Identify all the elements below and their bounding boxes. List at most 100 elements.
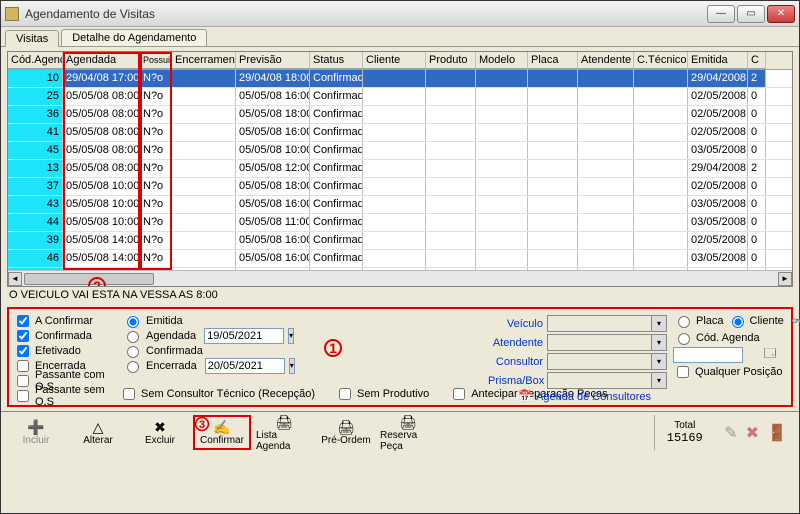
grid-config-icon[interactable]: 🗔 [760, 346, 780, 364]
cell: 0 [748, 88, 766, 105]
col-produto[interactable]: Produto [426, 52, 476, 69]
grid-body[interactable]: 1029/04/08 17:00N?o29/04/08 18:00Confirm… [8, 70, 792, 270]
table-row[interactable]: 4605/05/08 14:00N?o05/05/08 16:00Confirm… [8, 250, 792, 268]
cell [578, 250, 634, 267]
col-atendente[interactable]: Atendente [578, 52, 634, 69]
date-to-input[interactable] [205, 358, 285, 374]
tab-visitas[interactable]: Visitas [5, 30, 59, 47]
chk-passante-sem-os[interactable]: Passante sem O.S [13, 388, 118, 403]
search-icon[interactable]: 👓 [791, 312, 800, 330]
date-from-input[interactable] [204, 328, 284, 344]
chk-confirmada[interactable]: Confirmada [13, 328, 118, 343]
cell: 05/05/08 16:00 [236, 196, 310, 213]
col-cliente[interactable]: Cliente [363, 52, 426, 69]
btn-reserva-peca[interactable]: 🖨Reserva Peça [379, 415, 437, 450]
cell [634, 232, 688, 249]
table-row[interactable]: 4105/05/08 08:00N?o05/05/08 16:00Confirm… [8, 124, 792, 142]
table-row[interactable]: 4305/05/08 10:00N?o05/05/08 16:00Confirm… [8, 196, 792, 214]
combo-consultor[interactable]: ▾ [547, 353, 667, 370]
chk-efetivado[interactable]: Efetivado [13, 343, 118, 358]
cell: Confirmado [310, 88, 363, 105]
chk-qualquer-posicao[interactable] [677, 366, 689, 378]
scroll-left-arrow[interactable]: ◄ [8, 272, 22, 286]
rdo-agendada[interactable] [127, 331, 139, 343]
btn-pre-ordem[interactable]: 🖨Pré-Ordem [317, 415, 375, 450]
cell: 05/05/08 08:00 [63, 160, 140, 177]
scroll-right-arrow[interactable]: ► [778, 272, 792, 286]
cell: 41 [8, 124, 63, 141]
col-c[interactable]: C [748, 52, 766, 69]
search-input[interactable] [673, 347, 743, 363]
table-row[interactable]: 1029/04/08 17:00N?o29/04/08 18:00Confirm… [8, 70, 792, 88]
cell: N?o [140, 214, 172, 231]
info-line: O VEICULO VAI ESTA NA VESSA AS 8:00 [9, 289, 791, 301]
rdo-encerrada[interactable] [127, 361, 139, 373]
horizontal-scrollbar[interactable]: ◄ ► [8, 270, 792, 286]
table-row[interactable]: 2505/05/08 08:00N?o05/05/08 16:00Confirm… [8, 88, 792, 106]
cell [172, 142, 236, 159]
col-previsao[interactable]: Previsão [236, 52, 310, 69]
btn-lista-agenda[interactable]: 🖨Lista Agenda [255, 415, 313, 450]
cell: Confirmado [310, 232, 363, 249]
cell [476, 214, 528, 231]
cell [426, 160, 476, 177]
chk-sem-consultor[interactable]: Sem Consultor Técnico (Recepção) [119, 385, 315, 403]
close-button[interactable]: ✕ [767, 5, 795, 23]
table-row[interactable]: 3905/05/08 14:00N?o05/05/08 16:00Confirm… [8, 232, 792, 250]
combo-atendente[interactable]: ▾ [547, 334, 667, 351]
cell [578, 178, 634, 195]
data-grid[interactable]: Cód.Agenda Agendada Possui Teste Encerra… [7, 51, 793, 287]
link-agenda-consultores[interactable]: 📅 Agenda de Consultores [518, 390, 651, 403]
exit-icon[interactable]: 🚪 [767, 423, 787, 443]
cell [634, 142, 688, 159]
table-row[interactable]: 4405/05/08 10:00N?o05/05/08 11:00Confirm… [8, 214, 792, 232]
minimize-button[interactable]: — [707, 5, 735, 23]
cell [426, 106, 476, 123]
cell [476, 70, 528, 87]
col-emitida[interactable]: Emitida [688, 52, 748, 69]
edit-row-icon[interactable]: ✎ [724, 423, 737, 443]
cell: 0 [748, 232, 766, 249]
cell [363, 178, 426, 195]
cell: 45 [8, 142, 63, 159]
btn-alterar[interactable]: △Alterar [69, 415, 127, 450]
chk-a-confirmar[interactable]: A Confirmar [13, 313, 118, 328]
table-row[interactable]: 3705/05/08 10:00N?o05/05/08 18:00Confirm… [8, 178, 792, 196]
table-row[interactable]: 1305/05/08 08:00N?o05/05/08 12:00Confirm… [8, 160, 792, 178]
combo-veiculo[interactable]: ▾ [547, 315, 667, 332]
cell: 05/05/08 12:00 [236, 160, 310, 177]
col-agendada[interactable]: Agendada [63, 52, 140, 69]
btn-confirmar[interactable]: 3 ✍Confirmar [193, 415, 251, 450]
col-cod-agenda[interactable]: Cód.Agenda [8, 52, 63, 69]
cancel-icon[interactable]: ✖ [746, 423, 759, 443]
cell [578, 106, 634, 123]
col-status[interactable]: Status [310, 52, 363, 69]
cell [172, 196, 236, 213]
maximize-button[interactable]: ▭ [737, 5, 765, 23]
cell: 05/05/08 08:00 [63, 88, 140, 105]
col-modelo[interactable]: Modelo [476, 52, 528, 69]
cell: 02/05/2008 [688, 232, 748, 249]
cell: 02/05/2008 [688, 178, 748, 195]
btn-incluir[interactable]: ➕Incluir [7, 415, 65, 450]
table-row[interactable]: 4505/05/08 08:00N?o05/05/08 10:00Confirm… [8, 142, 792, 160]
tab-detalhe[interactable]: Detalhe do Agendamento [61, 29, 207, 46]
cell: 03/05/2008 [688, 142, 748, 159]
rdo-emitida[interactable] [127, 316, 139, 328]
cell [172, 88, 236, 105]
col-encerramento[interactable]: Encerramento [172, 52, 236, 69]
rdo-cliente[interactable] [732, 316, 744, 328]
cell [528, 142, 578, 159]
cell: Confirmado [310, 124, 363, 141]
rdo-cod-agenda[interactable] [678, 333, 690, 345]
rdo-placa[interactable] [678, 316, 690, 328]
col-ctecnico[interactable]: C.Técnico [634, 52, 688, 69]
cell [634, 250, 688, 267]
cell [476, 232, 528, 249]
col-possui-teste[interactable]: Possui Teste [140, 52, 172, 69]
btn-excluir[interactable]: ✖Excluir [131, 415, 189, 450]
rdo-confirmada[interactable] [127, 346, 139, 358]
col-placa[interactable]: Placa [528, 52, 578, 69]
chk-sem-produtivo[interactable]: Sem Produtivo [335, 385, 429, 403]
table-row[interactable]: 3605/05/08 08:00N?o05/05/08 18:00Confirm… [8, 106, 792, 124]
